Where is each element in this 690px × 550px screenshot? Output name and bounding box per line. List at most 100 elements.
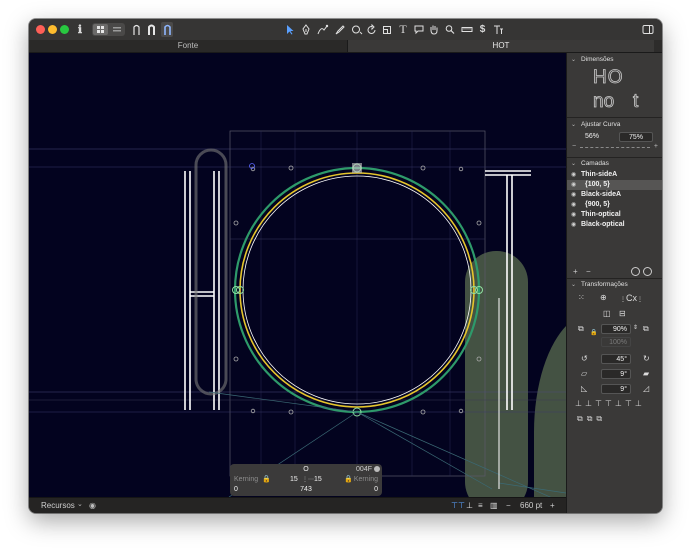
layer-item[interactable]: ◉ Black-sideA <box>567 190 662 200</box>
zoom-window-button[interactable] <box>60 25 69 34</box>
slant-right-icon[interactable]: ▰ <box>643 369 649 378</box>
preview-lower-right: t <box>633 91 639 113</box>
info-icon[interactable]: ℹ <box>74 22 86 37</box>
right-kerning-value[interactable]: 0 <box>374 485 378 495</box>
measure-icon[interactable] <box>460 22 473 37</box>
slant-field-2[interactable]: 9° <box>601 384 631 394</box>
lock-icon[interactable]: 🔒 <box>590 329 597 336</box>
columns-icon[interactable]: ▥ <box>490 501 498 510</box>
glyph-tab-1[interactable] <box>131 22 141 37</box>
layers-header[interactable]: ⌄ Camadas <box>567 159 662 169</box>
center-x-button[interactable]: ⋮Cx⋮ <box>620 293 643 303</box>
draw-icon[interactable] <box>316 22 330 37</box>
layer-remove-icon[interactable] <box>643 267 652 276</box>
list-view-icon[interactable] <box>110 24 124 35</box>
scale-icon[interactable] <box>381 22 393 37</box>
sidebar-toggle-icon[interactable] <box>641 22 655 37</box>
rotate-right-icon[interactable]: ↻ <box>643 354 650 363</box>
slant-vertical-right-icon[interactable]: ◿ <box>643 384 649 393</box>
align-icon[interactable]: ⊥ <box>466 501 473 510</box>
add-layer-button[interactable]: + <box>573 267 578 276</box>
origin-grid-icon[interactable]: ⁙ <box>578 293 585 302</box>
slant-left-icon[interactable]: ▱ <box>581 369 587 378</box>
lock-right-icon[interactable]: 🔒 <box>344 475 353 485</box>
grid-view-icon[interactable] <box>93 24 108 35</box>
layers-title: Camadas <box>581 160 609 167</box>
preview-lower-left: no <box>593 91 615 113</box>
distribute-icon[interactable]: ≡ <box>478 501 483 510</box>
mask-icon[interactable]: ⊤⊤ <box>451 501 465 510</box>
document-tabs: Fonte HOT <box>29 40 662 53</box>
align-buttons-row[interactable]: ⊥⊥⊤⊤⊥⊤⊥ <box>575 399 659 409</box>
scale-stepper[interactable]: ⇕ <box>633 324 638 331</box>
edit-canvas[interactable]: O 004F Kerning 🔒 15 ⋮⋯ 15 🔒 Kerning 0 74… <box>29 53 566 497</box>
scale-up-icon[interactable]: ⧉ <box>643 324 649 334</box>
unicode-info-icon[interactable] <box>374 466 380 472</box>
layer-item[interactable]: ◉ {900, 5} <box>567 200 662 210</box>
boolean-buttons-row[interactable]: ⧉⧉⧉ <box>577 414 637 424</box>
layer-item[interactable]: ◉ Black-optical <box>567 220 662 230</box>
right-sidebearing[interactable]: 15 <box>314 475 322 485</box>
remove-layer-button[interactable]: − <box>586 267 591 276</box>
dimensions-header[interactable]: ⌄ Dimensões <box>567 55 662 65</box>
layer-options-icon[interactable] <box>631 267 640 276</box>
tab-hot[interactable]: HOT <box>347 40 654 52</box>
scale-field[interactable]: 90% <box>601 324 631 334</box>
view-mode-toggle[interactable] <box>92 23 125 36</box>
text-style-icon[interactable] <box>492 22 505 37</box>
zoom-in-button[interactable]: + <box>550 501 555 510</box>
glyph-tab-3[interactable] <box>161 22 173 37</box>
link-icon[interactable]: ⋮⋯ <box>302 475 314 485</box>
crosshair-icon[interactable]: ⊕ <box>600 293 607 302</box>
layer-item[interactable]: ◉ Thin-sideA <box>567 170 662 180</box>
rotate-field[interactable]: 45° <box>601 354 631 364</box>
inspector-sidebar: ⌄ Dimensões HO no t ⌄ Ajustar Curva 56% … <box>566 53 662 513</box>
scale-down-icon[interactable]: ⧉ <box>578 324 584 334</box>
close-window-button[interactable] <box>36 25 45 34</box>
zoom-level[interactable]: 660 pt <box>520 501 542 510</box>
resources-label[interactable]: Recursos <box>41 501 75 510</box>
glyph-width[interactable]: 743 <box>230 485 382 495</box>
dollar-icon[interactable]: $ <box>476 22 489 37</box>
comment-icon[interactable] <box>413 22 425 37</box>
layer-item[interactable]: ◉ Thin-optical <box>567 210 662 220</box>
left-sidebearing[interactable]: 15 <box>290 475 298 485</box>
transformations-header[interactable]: ⌄ Transformações <box>567 280 662 290</box>
background-glyph-bowl <box>533 326 566 497</box>
glyph-h-outline <box>184 171 220 410</box>
tab-fonte[interactable]: Fonte <box>29 40 347 52</box>
lock-icon[interactable]: 🔒 <box>262 475 271 485</box>
shape-icon[interactable] <box>350 22 364 37</box>
curve-value-1[interactable]: 56% <box>577 132 607 142</box>
rotate-left-icon[interactable]: ↺ <box>581 354 588 363</box>
glyph-h-background-stem <box>194 148 228 396</box>
minimize-window-button[interactable] <box>48 25 57 34</box>
eye-icon: ◉ <box>571 182 577 188</box>
scale-secondary-field[interactable]: 100% <box>601 337 631 347</box>
eye-icon[interactable]: ◉ <box>89 501 96 510</box>
zoom-out-button[interactable]: − <box>506 501 511 510</box>
brush-icon[interactable] <box>333 22 347 37</box>
slant-vertical-left-icon[interactable]: ◺ <box>581 384 587 393</box>
kerning-left-label: Kerning <box>234 476 259 483</box>
glyph-tab-2[interactable] <box>146 22 156 37</box>
hand-icon[interactable] <box>428 22 440 37</box>
text-icon[interactable]: T <box>397 22 409 37</box>
metrics-panel: O 004F Kerning 🔒 15 ⋮⋯ 15 🔒 Kerning 0 74… <box>230 464 382 496</box>
metrics-box <box>229 130 486 477</box>
pen-icon[interactable] <box>300 22 312 37</box>
mirror-horizontal-icon[interactable]: ◫ <box>603 309 611 318</box>
curve-stepper[interactable]: − + <box>572 143 658 152</box>
slant-field-1[interactable]: 9° <box>601 369 631 379</box>
dimensions-preview[interactable]: HO no t <box>567 67 662 115</box>
metrics-unicode[interactable]: 004F <box>356 465 372 475</box>
curve-value-2[interactable]: 75% <box>619 132 653 142</box>
chevron-down-icon[interactable]: ⌄ <box>77 500 83 508</box>
pointer-icon[interactable] <box>284 22 296 37</box>
curve-header[interactable]: ⌄ Ajustar Curva <box>567 120 662 130</box>
layer-item[interactable]: ◉ {100, 5} <box>567 180 662 190</box>
rotate-icon[interactable] <box>366 22 378 37</box>
kerning-right-label: Kerning <box>353 476 378 483</box>
mirror-vertical-icon[interactable]: ⊟ <box>619 309 626 318</box>
zoom-icon[interactable] <box>444 22 456 37</box>
